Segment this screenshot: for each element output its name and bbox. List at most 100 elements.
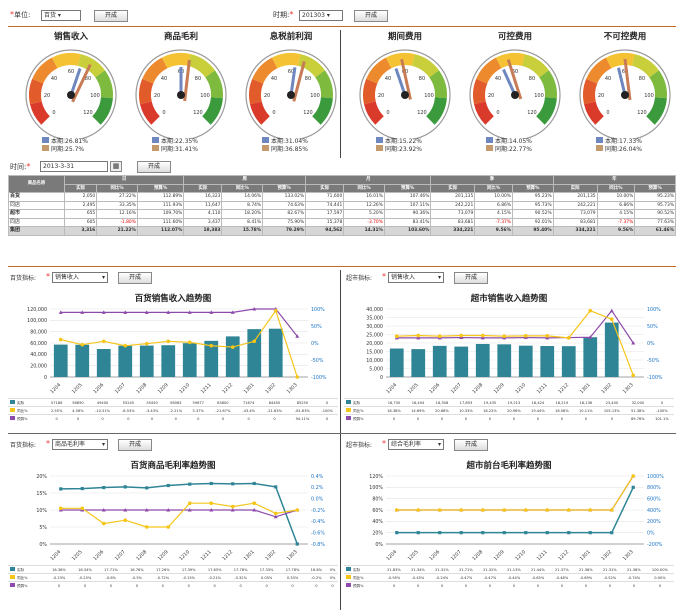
chart-table-cell: 51.38%	[625, 406, 650, 415]
gauge-band	[473, 78, 488, 105]
unit-select[interactable]: 百货 ▾	[41, 10, 81, 21]
query-button-top[interactable]: 开成	[94, 10, 128, 22]
chevron-down-icon: ▾	[101, 274, 105, 281]
legend-swatch	[346, 415, 351, 420]
point-yoy	[80, 342, 85, 347]
chart-table-cell: 0	[597, 414, 626, 423]
point-actual	[188, 482, 192, 486]
chart-data-table: 实际 21.83% 21.34% 21.31% 21.71% 21.32% 21.13% 21…	[344, 565, 674, 590]
chart-table-cell: 49400	[88, 398, 117, 407]
x-tick-label: 1212	[557, 382, 570, 395]
gauge-tick-label: 100	[644, 93, 654, 99]
gauge-hub	[67, 91, 75, 99]
chart-table-cell: 94.11%	[288, 414, 317, 423]
point-yoy	[123, 518, 128, 522]
table-cell: 10.00%	[596, 192, 636, 202]
table-cell: 95.73%	[511, 200, 554, 210]
point-actual	[80, 486, 84, 491]
panel-query-button[interactable]: 开成	[454, 272, 488, 284]
panel-query-button[interactable]: 开成	[118, 439, 152, 451]
legend-text: 同期:36.85%	[271, 145, 308, 153]
panel-query-button[interactable]: 开成	[118, 272, 152, 284]
x-tick-label: 1303	[622, 382, 635, 395]
point-actual	[145, 486, 149, 490]
query-button-period[interactable]: 开成	[354, 10, 388, 22]
x-tick-label: 1210	[514, 382, 527, 395]
chart-table-cell: -0.72%	[149, 573, 176, 582]
chart-table-cell: 18.38%	[382, 406, 406, 415]
chart-table-row: 预算% 0 0 0 0 0 0 0 0 0 0 0 0	[8, 581, 338, 590]
chart-data-table: 实际 16,750 16,404 18,308 17,893 19,435 19,213 18…	[344, 398, 674, 423]
x-tick-label: 1205	[71, 549, 84, 562]
panel-query-button[interactable]: 开成	[454, 439, 488, 451]
point-yoy	[609, 317, 614, 321]
point-yoy	[209, 501, 214, 505]
y2-tick-label: 0%	[647, 530, 655, 536]
y-tick-label: 15,000	[366, 349, 383, 355]
table-cell: 8.41%	[221, 217, 264, 227]
period-select[interactable]: 201303 ▾	[299, 10, 343, 21]
chart-table-cell: 56890	[67, 398, 89, 407]
gauge-card: 不可控费用 0 20 40 60 80 100 120 本期:17.33% 同期:26.04%	[570, 28, 680, 156]
table-cell: 3,316	[63, 226, 98, 236]
chart-table-cell: 19,435	[477, 398, 502, 407]
chart-table-cell: 71674	[236, 398, 261, 407]
chart-table-cell: 0	[382, 581, 406, 590]
query-button-table[interactable]: 开成	[137, 161, 171, 173]
row-name: 同店	[8, 200, 65, 210]
x-tick-label: 1205	[407, 549, 420, 562]
x-tick-label: 1301	[579, 549, 592, 562]
panel-separator-h	[8, 433, 676, 434]
chart-table-cell: 18,136	[573, 398, 598, 407]
table-cell: 61.46%	[634, 226, 676, 236]
chart-table-cell: 14.69%	[405, 406, 430, 415]
panel-metric-select[interactable]: 销售收入 ▾	[388, 272, 444, 283]
chart-table-cell: 0	[123, 581, 150, 590]
table-cell: 16,323	[183, 192, 223, 202]
x-tick-label: 1207	[114, 549, 127, 562]
panel-metric-select[interactable]: 销售收入 ▾	[52, 272, 108, 283]
y-tick-label: 80%	[372, 496, 383, 502]
x-tick-label: 1207	[114, 382, 127, 395]
gauge-dial: 020406080100120	[135, 49, 227, 139]
legend-swatch	[262, 145, 269, 151]
chart-table-cell: 0	[327, 581, 338, 590]
sub-header: 同比%	[96, 183, 138, 193]
y2-tick-label: -200%	[647, 542, 663, 548]
chevron-down-icon: ▾	[437, 274, 441, 281]
gauge-card: 商品毛利020406080100120本期:22.35%同期:31.41%	[126, 28, 236, 156]
panel-metric-select[interactable]: 商品毛利率 ▾	[52, 439, 108, 450]
corner-header: 商品名称	[8, 175, 65, 193]
chart-plot: 0 20,000 40,000 60,000 80,000 100,000 120,000 -…	[27, 307, 327, 395]
gauge-tick-label: 20	[378, 93, 384, 99]
row-name: 同店	[8, 217, 65, 227]
chart-table-cell: 16,404	[405, 398, 430, 407]
table-cell: -7.37%	[596, 217, 636, 227]
chart-table-cell: 0	[525, 581, 550, 590]
chart-table-cell: 21.13%	[501, 565, 526, 574]
series-line-actual	[60, 482, 298, 545]
table-cell: 242,221	[552, 200, 598, 210]
chart-table-cell: 0	[429, 581, 454, 590]
table-cell: 12.26%	[343, 200, 385, 210]
series-name: 实际	[17, 567, 25, 572]
calendar-icon[interactable]: ▦	[110, 161, 122, 172]
y2-tick-label: 50%	[311, 324, 322, 330]
table-cell: 12.16%	[96, 209, 138, 219]
panel-metric-select[interactable]: 综合毛利率 ▾	[388, 439, 444, 450]
chart-table-cell: 0	[501, 581, 526, 590]
gauge-tick-label: 20	[598, 93, 604, 99]
gauge-band	[363, 78, 378, 105]
bar	[75, 344, 90, 377]
table-cell: 111.93%	[136, 200, 185, 210]
sub-header: 预算%	[262, 183, 307, 193]
chart-table-cell: 20.96%	[501, 406, 526, 415]
chart-table-cell: -2.21%	[163, 406, 188, 415]
y-tick-label: 20%	[36, 474, 47, 480]
date-input[interactable]: 2013-3-31	[40, 161, 108, 172]
y2-tick-label: 50%	[647, 324, 658, 330]
chart-table-cell: 0	[573, 581, 598, 590]
chart-table-cell: 0	[316, 398, 338, 407]
y-tick-label: 15%	[36, 491, 47, 497]
table-cell: -7.37%	[474, 217, 513, 227]
